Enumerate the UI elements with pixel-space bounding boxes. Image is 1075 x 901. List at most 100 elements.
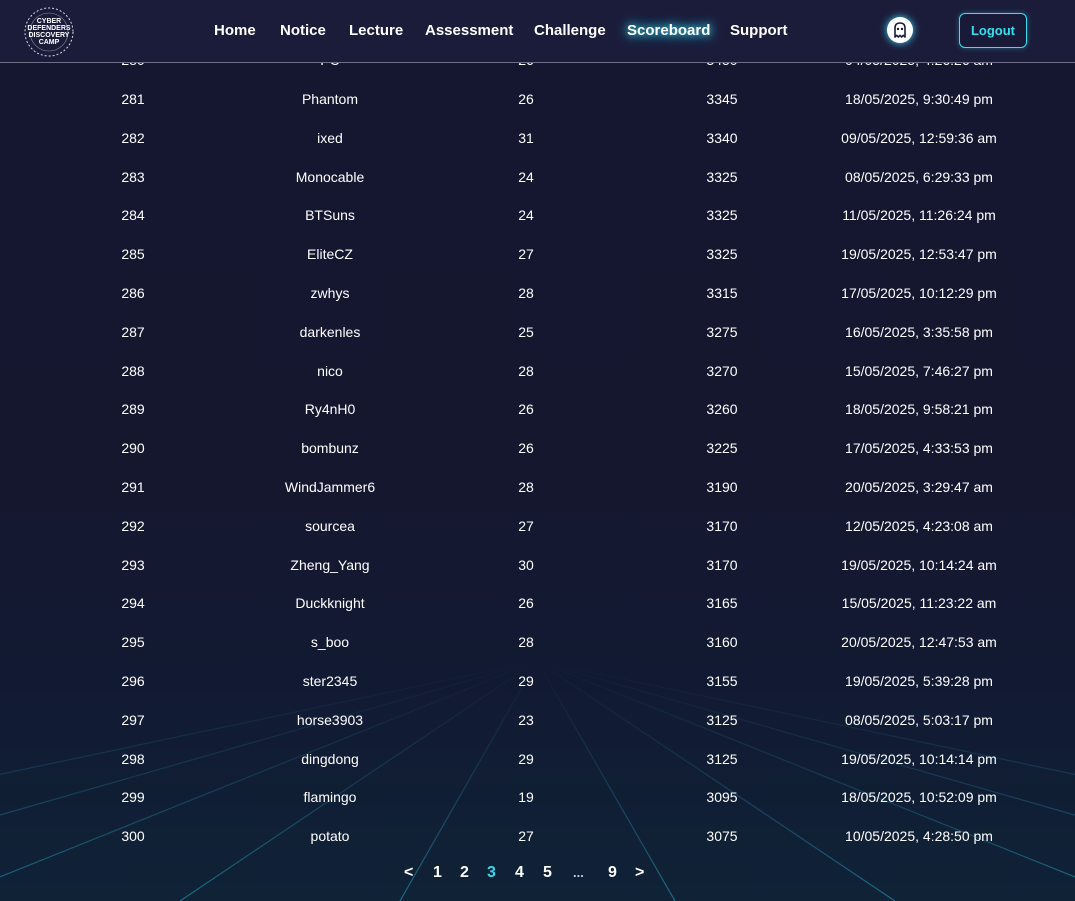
timestamp-cell: 20/05/2025, 3:29:47 am	[845, 479, 993, 495]
logo-text-line: DEFENDERS	[27, 25, 71, 32]
rank-cell: 291	[121, 479, 145, 495]
table-row: 296 ster2345 29 3155 19/05/2025, 5:39:28 pm	[0, 662, 1075, 701]
table-row: 293 Zheng_Yang 30 3170 19/05/2025, 10:14:24 …	[0, 546, 1075, 585]
timestamp-cell: 18/05/2025, 10:52:09 pm	[841, 789, 997, 806]
rank-cell: 300	[121, 828, 145, 845]
team-name-cell: potato	[310, 828, 350, 845]
solved-cell: 31	[518, 129, 534, 146]
table-row: 284 BTSuns 24 3325 11/05/2025, 11:26:24 pm	[0, 196, 1075, 235]
table-row: 292 sourcea 27 3170 12/05/2025, 4:23:08 am	[0, 507, 1075, 546]
table-row: 285 EliteCZ 27 3325 19/05/2025, 12:53:47 pm	[0, 235, 1075, 274]
rank-cell: 293	[121, 556, 145, 573]
solved-cell: 24	[518, 168, 534, 185]
team-name-cell: sourcea	[305, 517, 355, 534]
score-cell: 3075	[706, 828, 738, 845]
pagination-page-3-current[interactable]: 3	[487, 859, 496, 887]
score-cell: 3270	[706, 362, 738, 379]
score-cell: 3165	[706, 595, 738, 612]
nav-home[interactable]: Home	[214, 0, 256, 62]
timestamp-cell: 08/05/2025, 5:03:17 pm	[845, 711, 993, 728]
pagination-page-1[interactable]: 1	[433, 859, 442, 887]
table-row: 281 Phantom 26 3345 18/05/2025, 9:30:49 pm	[0, 80, 1075, 119]
table-row: 295 s_boo 28 3160 20/05/2025, 12:47:53 am	[0, 623, 1075, 662]
top-navigation-bar: CYBER DEFENDERS DISCOVERY CAMP Home Noti…	[0, 0, 1075, 63]
pagination-page-2[interactable]: 2	[460, 859, 469, 887]
pagination-next-button[interactable]: >	[635, 859, 644, 887]
timestamp-cell: 18/05/2025, 9:58:21 pm	[845, 401, 993, 418]
table-row: 286 zwhys 28 3315 17/05/2025, 10:12:29 pm	[0, 274, 1075, 313]
timestamp-cell: 17/05/2025, 4:33:53 pm	[845, 440, 993, 457]
team-name-cell: ster2345	[302, 673, 358, 689]
nav-assessment[interactable]: Assessment	[425, 0, 513, 62]
timestamp-cell: 18/05/2025, 9:30:49 pm	[845, 91, 993, 107]
table-row: 290 bombunz 26 3225 17/05/2025, 4:33:53 pm	[0, 429, 1075, 468]
team-name-cell: horse3903	[296, 711, 364, 728]
solved-cell: 28	[518, 634, 534, 651]
pagination-page-last[interactable]: 9	[608, 859, 617, 887]
nav-scoreboard[interactable]: Scoreboard	[627, 0, 710, 62]
timestamp-cell: 08/05/2025, 6:29:33 pm	[845, 168, 993, 185]
score-cell: 3155	[706, 673, 738, 689]
cyber-defenders-logo[interactable]: CYBER DEFENDERS DISCOVERY CAMP	[18, 3, 80, 61]
pagination-page-5[interactable]: 5	[543, 859, 552, 887]
solved-cell: 28	[518, 362, 534, 379]
table-row: 282 ixed 31 3340 09/05/2025, 12:59:36 am	[0, 119, 1075, 158]
timestamp-cell: 15/05/2025, 7:46:27 pm	[845, 362, 993, 379]
rank-cell: 292	[121, 517, 145, 534]
solved-cell: 26	[518, 440, 534, 457]
team-name-cell: Ry4nH0	[304, 401, 356, 418]
team-name-cell: zwhys	[310, 285, 350, 301]
rank-cell: 281	[121, 91, 145, 107]
solved-cell: 27	[518, 246, 534, 263]
nav-support[interactable]: Support	[730, 0, 788, 62]
score-cell: 3170	[706, 556, 738, 573]
rank-cell: 296	[121, 673, 145, 689]
timestamp-cell: 10/05/2025, 4:28:50 pm	[845, 828, 993, 845]
ghost-icon	[894, 22, 906, 38]
rank-cell: 295	[121, 634, 145, 651]
rank-cell: 298	[121, 750, 145, 767]
nav-challenge[interactable]: Challenge	[534, 0, 606, 62]
rank-cell: 299	[121, 789, 145, 806]
score-cell: 3170	[706, 517, 738, 534]
solved-cell: 27	[518, 828, 534, 845]
score-cell: 3260	[706, 401, 738, 418]
team-name-cell: Phantom	[301, 91, 359, 107]
nav-lecture[interactable]: Lecture	[349, 0, 403, 62]
timestamp-cell: 19/05/2025, 12:53:47 pm	[841, 246, 997, 263]
solved-cell: 19	[518, 789, 534, 806]
rank-cell: 287	[121, 323, 145, 340]
timestamp-cell: 15/05/2025, 11:23:22 am	[841, 595, 997, 612]
logout-button[interactable]: Logout	[959, 13, 1027, 48]
scoreboard-page: 280 PC 26 3450 04/05/2025, 4:26:26 am 28…	[0, 0, 1075, 901]
pagination-page-4[interactable]: 4	[515, 859, 524, 887]
solved-cell: 28	[518, 285, 534, 301]
score-cell: 3160	[706, 634, 738, 651]
rank-cell: 289	[121, 401, 145, 418]
logo-text-line: CYBER	[37, 18, 62, 25]
timestamp-cell: 12/05/2025, 4:23:08 am	[845, 517, 993, 534]
timestamp-cell: 20/05/2025, 12:47:53 am	[841, 634, 997, 651]
score-cell: 3325	[706, 246, 738, 263]
timestamp-cell: 16/05/2025, 3:35:58 pm	[845, 323, 993, 340]
solved-cell: 26	[518, 401, 534, 418]
profile-avatar-button[interactable]	[887, 17, 913, 43]
team-name-cell: nico	[317, 362, 343, 379]
solved-cell: 30	[518, 556, 534, 573]
table-row: 299 flamingo 19 3095 18/05/2025, 10:52:09 pm	[0, 778, 1075, 817]
score-cell: 3340	[706, 129, 738, 146]
nav-notice[interactable]: Notice	[280, 0, 326, 62]
rank-cell: 282	[121, 129, 145, 146]
timestamp-cell: 11/05/2025, 11:26:24 pm	[842, 207, 996, 224]
team-name-cell: bombunz	[301, 440, 359, 457]
pagination-prev-button[interactable]: <	[404, 859, 413, 887]
rank-cell: 297	[121, 711, 145, 728]
score-cell: 3125	[706, 750, 738, 767]
timestamp-cell: 19/05/2025, 10:14:24 am	[841, 556, 997, 573]
team-name-cell: EliteCZ	[307, 246, 353, 263]
solved-cell: 27	[518, 517, 534, 534]
table-row: 283 Monocable 24 3325 08/05/2025, 6:29:33 pm	[0, 158, 1075, 197]
team-name-cell: BTSuns	[305, 207, 355, 224]
table-row: 300 potato 27 3075 10/05/2025, 4:28:50 pm	[0, 817, 1075, 856]
rank-cell: 284	[121, 207, 145, 224]
